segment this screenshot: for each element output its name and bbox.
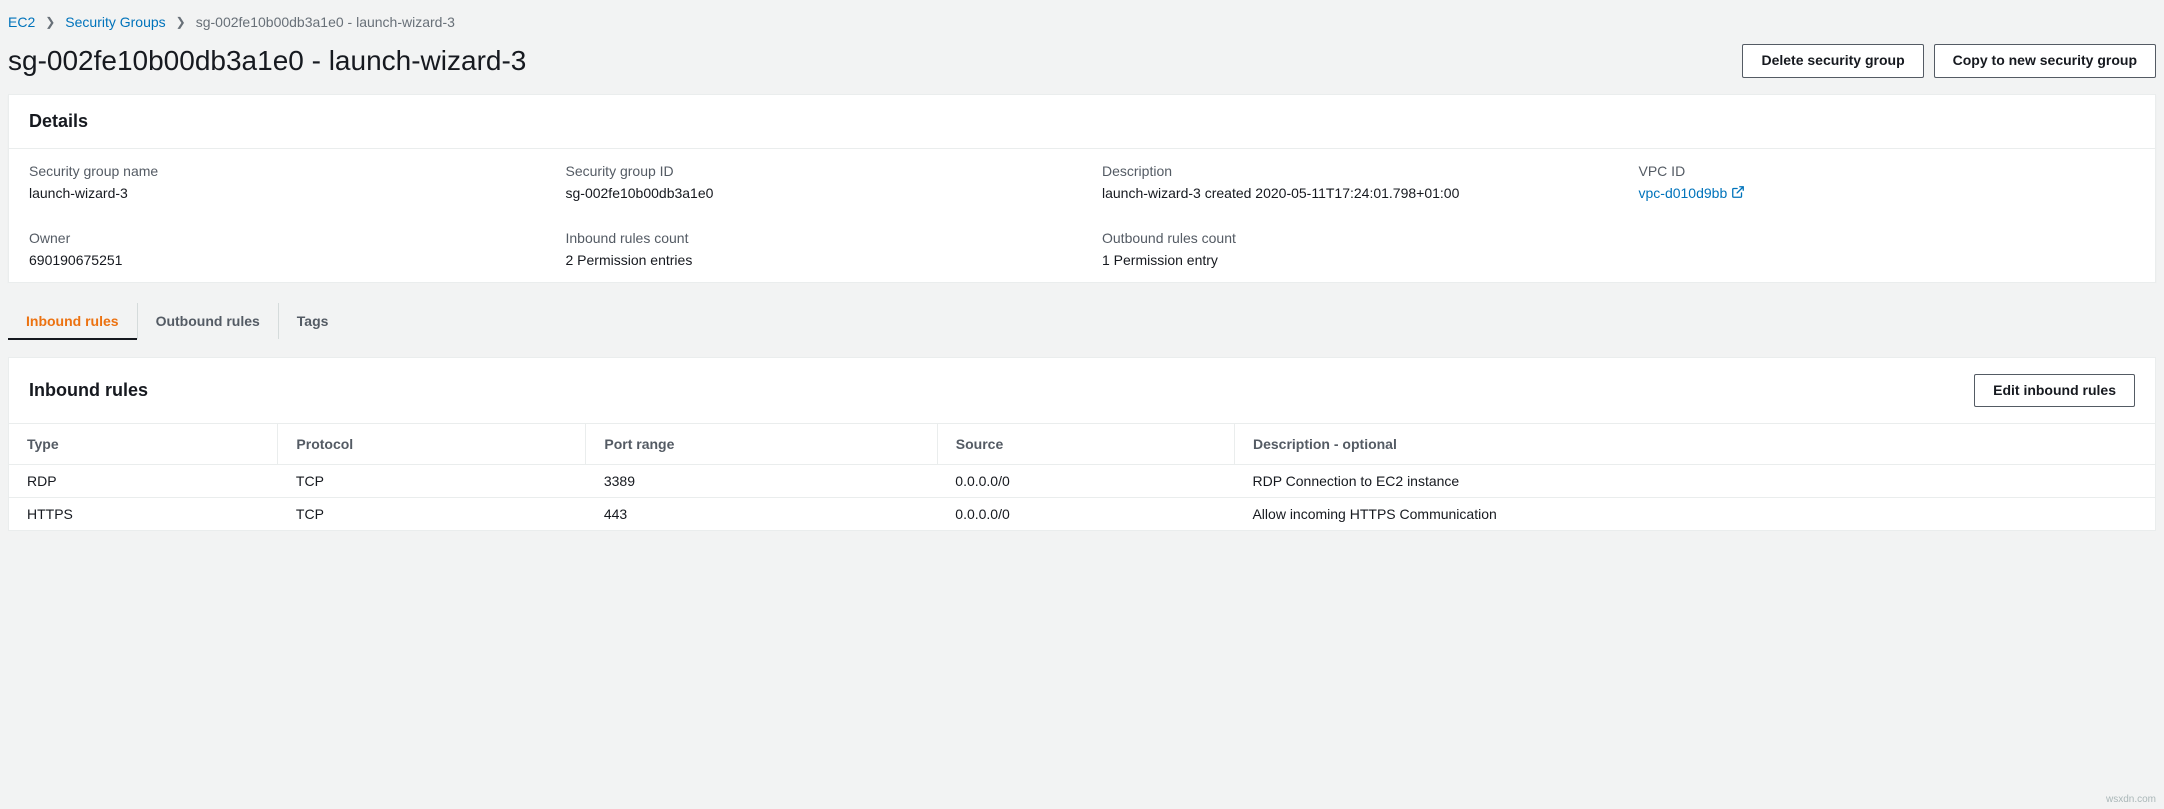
table-row: RDP TCP 3389 0.0.0.0/0 RDP Connection to… xyxy=(9,465,2155,498)
tab-inbound-rules[interactable]: Inbound rules xyxy=(8,303,138,339)
cell-type: RDP xyxy=(9,465,278,498)
detail-value: launch-wizard-3 xyxy=(29,185,526,201)
detail-value: 2 Permission entries xyxy=(566,252,1063,268)
detail-empty xyxy=(1619,216,2156,282)
table-row: HTTPS TCP 443 0.0.0.0/0 Allow incoming H… xyxy=(9,498,2155,531)
breadcrumb: EC2 ❯ Security Groups ❯ sg-002fe10b00db3… xyxy=(0,0,2164,44)
cell-type: HTTPS xyxy=(9,498,278,531)
chevron-right-icon: ❯ xyxy=(45,15,55,29)
inbound-rules-panel: Inbound rules Edit inbound rules Type Pr… xyxy=(8,357,2156,532)
breadcrumb-security-groups[interactable]: Security Groups xyxy=(65,14,165,30)
tabs-container: Inbound rules Outbound rules Tags xyxy=(8,283,2156,339)
watermark: wsxdn.com xyxy=(2106,794,2156,805)
cell-source: 0.0.0.0/0 xyxy=(937,498,1234,531)
detail-value: sg-002fe10b00db3a1e0 xyxy=(566,185,1063,201)
cell-protocol: TCP xyxy=(278,498,586,531)
breadcrumb-current: sg-002fe10b00db3a1e0 - launch-wizard-3 xyxy=(196,14,455,30)
detail-inbound-count: Inbound rules count 2 Permission entries xyxy=(546,216,1083,282)
detail-label: Security group name xyxy=(29,163,526,179)
tab-outbound-rules[interactable]: Outbound rules xyxy=(138,303,279,339)
details-header: Details xyxy=(9,95,2155,149)
detail-description: Description launch-wizard-3 created 2020… xyxy=(1082,149,1619,216)
external-link-icon xyxy=(1731,185,1745,202)
vpc-id-link[interactable]: vpc-d010d9bb xyxy=(1639,185,1746,202)
column-port-range[interactable]: Port range xyxy=(586,424,937,465)
delete-security-group-button[interactable]: Delete security group xyxy=(1742,44,1923,78)
page-header: sg-002fe10b00db3a1e0 - launch-wizard-3 D… xyxy=(0,44,2164,94)
chevron-right-icon: ❯ xyxy=(176,15,186,29)
column-protocol[interactable]: Protocol xyxy=(278,424,586,465)
copy-security-group-button[interactable]: Copy to new security group xyxy=(1934,44,2156,78)
detail-label: Description xyxy=(1102,163,1599,179)
detail-security-group-id: Security group ID sg-002fe10b00db3a1e0 xyxy=(546,149,1083,216)
detail-value: launch-wizard-3 created 2020-05-11T17:24… xyxy=(1102,185,1599,201)
details-grid-row2: Owner 690190675251 Inbound rules count 2… xyxy=(9,216,2155,282)
detail-label: VPC ID xyxy=(1639,163,2136,179)
detail-label: Security group ID xyxy=(566,163,1063,179)
inbound-rules-title: Inbound rules xyxy=(29,380,148,401)
details-panel: Details Security group name launch-wizar… xyxy=(8,94,2156,283)
detail-label: Inbound rules count xyxy=(566,230,1063,246)
breadcrumb-ec2[interactable]: EC2 xyxy=(8,14,35,30)
inbound-rules-header: Inbound rules Edit inbound rules xyxy=(9,358,2155,424)
column-source[interactable]: Source xyxy=(937,424,1234,465)
cell-source: 0.0.0.0/0 xyxy=(937,465,1234,498)
inbound-rules-table: Type Protocol Port range Source Descript… xyxy=(9,423,2155,530)
detail-security-group-name: Security group name launch-wizard-3 xyxy=(9,149,546,216)
header-actions: Delete security group Copy to new securi… xyxy=(1742,44,2156,78)
vpc-id-text: vpc-d010d9bb xyxy=(1639,185,1728,201)
page-title: sg-002fe10b00db3a1e0 - launch-wizard-3 xyxy=(8,45,526,77)
cell-desc: Allow incoming HTTPS Communication xyxy=(1234,498,2155,531)
details-grid-row1: Security group name launch-wizard-3 Secu… xyxy=(9,149,2155,216)
edit-inbound-rules-button[interactable]: Edit inbound rules xyxy=(1974,374,2135,408)
detail-label: Owner xyxy=(29,230,526,246)
cell-protocol: TCP xyxy=(278,465,586,498)
column-type[interactable]: Type xyxy=(9,424,278,465)
detail-value: 690190675251 xyxy=(29,252,526,268)
cell-desc: RDP Connection to EC2 instance xyxy=(1234,465,2155,498)
cell-port: 443 xyxy=(586,498,937,531)
table-header-row: Type Protocol Port range Source Descript… xyxy=(9,424,2155,465)
detail-label: Outbound rules count xyxy=(1102,230,1599,246)
tab-tags[interactable]: Tags xyxy=(279,303,347,339)
detail-vpc-id: VPC ID vpc-d010d9bb xyxy=(1619,149,2156,216)
detail-value: 1 Permission entry xyxy=(1102,252,1599,268)
cell-port: 3389 xyxy=(586,465,937,498)
column-description[interactable]: Description - optional xyxy=(1234,424,2155,465)
detail-outbound-count: Outbound rules count 1 Permission entry xyxy=(1082,216,1619,282)
detail-owner: Owner 690190675251 xyxy=(9,216,546,282)
